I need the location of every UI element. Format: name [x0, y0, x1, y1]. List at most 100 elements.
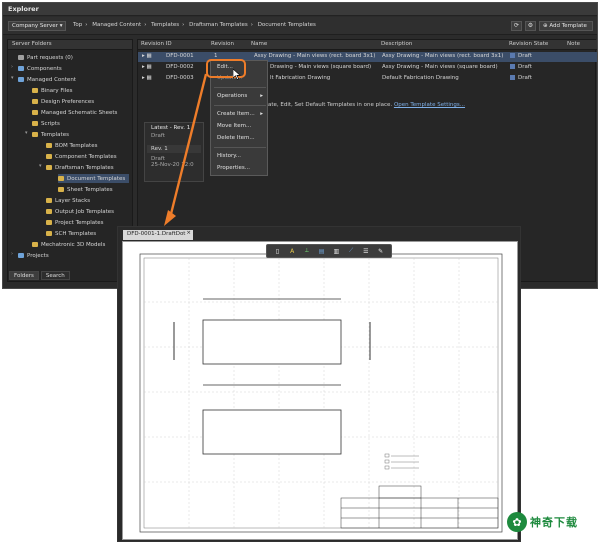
- folder-icon: [32, 132, 38, 137]
- board-view-icon[interactable]: ▯: [273, 247, 282, 256]
- state-icon: [510, 64, 515, 69]
- tree-label: Draftsman Templates: [55, 164, 114, 171]
- tree-label: Binary Files: [41, 87, 73, 94]
- state-icon: [510, 53, 515, 58]
- component-icon: [18, 66, 24, 71]
- tree-item-managed-schematic-sheets[interactable]: Managed Schematic Sheets: [32, 108, 117, 117]
- refresh-icon: ⟳: [513, 22, 520, 29]
- column-header-revision-id[interactable]: Revision ID: [138, 40, 208, 50]
- tree-label: Part requests (0): [27, 54, 73, 61]
- breadcrumb-item-draftsman-templates[interactable]: Draftsman Templates: [189, 22, 248, 28]
- tree-item-components[interactable]: Components: [18, 64, 62, 73]
- add-template-label: Add Template: [549, 23, 587, 29]
- collapse-arrow-icon[interactable]: ▾: [39, 163, 42, 169]
- chevron-right-icon: ›: [144, 22, 147, 28]
- tree-label: Components: [27, 65, 62, 72]
- tree-label: Managed Content: [27, 76, 76, 83]
- folder-icon: [58, 187, 64, 192]
- hint-text: ate, Edit, Set Default Templates in one …: [268, 102, 393, 108]
- column-header-revision-state[interactable]: Revision State: [506, 40, 564, 50]
- row-name: Drawing - Main views (square board): [270, 64, 372, 70]
- tree-label: Component Templates: [55, 153, 117, 160]
- folder-icon: [46, 231, 52, 236]
- tree-label: Design Preferences: [41, 98, 95, 105]
- server-dropdown[interactable]: Company Server ▾: [8, 21, 66, 31]
- tree-item-sheet-templates[interactable]: Sheet Templates: [58, 185, 113, 194]
- tree-label: Templates: [41, 131, 69, 138]
- dimension-icon[interactable]: ⟂: [302, 247, 311, 256]
- column-header-name[interactable]: Name: [248, 40, 378, 50]
- expand-arrow-icon[interactable]: ›: [11, 251, 13, 257]
- refresh-button[interactable]: ⟳: [511, 21, 522, 31]
- folder-icon: [32, 88, 38, 93]
- expand-arrow-icon[interactable]: ›: [11, 64, 13, 70]
- tree-item-document-templates[interactable]: Document Templates: [58, 174, 130, 183]
- breadcrumb-item-document-templates[interactable]: Document Templates: [258, 22, 316, 28]
- tree-label: Layer Stacks: [55, 197, 91, 204]
- table-icon[interactable]: ▤: [317, 247, 326, 256]
- column-header-description[interactable]: Description: [378, 40, 506, 50]
- add-template-button[interactable]: ⊕ Add Template: [539, 21, 593, 31]
- pencil-icon[interactable]: ✎: [376, 247, 385, 256]
- left-pane-tabs: Folders Search: [9, 271, 72, 280]
- folder-icon: [46, 220, 52, 225]
- collapse-arrow-icon[interactable]: ▾: [25, 130, 28, 136]
- open-template-settings-link[interactable]: Open Template Settings...: [394, 102, 465, 108]
- chart-icon[interactable]: ▥: [332, 247, 341, 256]
- tree-item-output-job-templates[interactable]: Output Job Templates: [46, 207, 114, 216]
- doc-tab[interactable]: DFD-0001-1.DraftDot ×: [123, 230, 193, 240]
- doc-tab-label: DFD-0001-1.DraftDot: [127, 231, 186, 237]
- tree-item-bom-templates[interactable]: BOM Templates: [46, 141, 97, 150]
- row-state-label: Draft: [518, 64, 532, 70]
- breadcrumb-item-top[interactable]: Top: [73, 22, 82, 28]
- tab-folders[interactable]: Folders: [9, 271, 39, 280]
- folder-icon: [46, 154, 52, 159]
- line-icon[interactable]: ⟋: [347, 247, 356, 256]
- tree-label: Managed Schematic Sheets: [41, 109, 118, 116]
- requests-icon: [18, 55, 24, 60]
- tree-item-mechatronic-3d-models[interactable]: Mechatronic 3D Models: [32, 240, 105, 249]
- folder-icon: [46, 209, 52, 214]
- floating-toolbar: ▯ A ⟂ ▤ ▥ ⟋ ☰ ✎: [266, 244, 392, 258]
- tree-item-part-requests[interactable]: Part requests (0): [18, 53, 73, 62]
- tree-label: Scripts: [41, 120, 60, 127]
- tree-item-managed-content[interactable]: Managed Content: [18, 75, 76, 84]
- settings-button[interactable]: ⚙: [525, 21, 536, 31]
- folder-icon: [46, 165, 52, 170]
- tree-item-layer-stacks[interactable]: Layer Stacks: [46, 196, 90, 205]
- tab-search[interactable]: Search: [40, 271, 70, 280]
- tree-item-draftsman-templates[interactable]: Draftsman Templates: [46, 163, 114, 172]
- tree-item-project-templates[interactable]: Project Templates: [46, 218, 104, 227]
- callout-arrow-icon: [164, 73, 208, 226]
- row-revision-id: DFD-0001: [166, 53, 194, 59]
- tree-item-component-templates[interactable]: Component Templates: [46, 152, 117, 161]
- column-header-revision[interactable]: Revision: [208, 40, 248, 50]
- breadcrumb-item-templates[interactable]: Templates: [151, 22, 179, 28]
- watermark-text: 神奇下载: [530, 516, 578, 529]
- folder-icon: [46, 198, 52, 203]
- tree-item-sch-templates[interactable]: SCH Templates: [46, 229, 96, 238]
- tree-label: Sheet Templates: [67, 186, 113, 193]
- row-description: Default Fabrication Drawing: [382, 75, 459, 81]
- tree-item-scripts[interactable]: Scripts: [32, 119, 60, 128]
- text-icon[interactable]: A: [288, 247, 297, 256]
- collapse-arrow-icon[interactable]: ▾: [11, 75, 14, 81]
- drawing-canvas: [139, 253, 503, 533]
- tree-item-projects[interactable]: Projects: [18, 251, 49, 260]
- leaf-logo-icon: ✿: [507, 512, 527, 532]
- folder-icon: [32, 121, 38, 126]
- tree-item-design-preferences[interactable]: Design Preferences: [32, 97, 94, 106]
- close-icon[interactable]: ×: [186, 230, 191, 236]
- chevron-right-icon: ›: [182, 22, 185, 28]
- tree-label: Project Templates: [55, 219, 104, 226]
- folder-icon: [32, 110, 38, 115]
- row-name: Assy Drawing - Main views (rect. board 3…: [254, 53, 376, 59]
- folder-icon: [18, 253, 24, 258]
- tree-item-templates[interactable]: Templates: [32, 130, 69, 139]
- gear-icon: ⚙: [527, 22, 534, 29]
- list-icon[interactable]: ☰: [361, 247, 370, 256]
- breadcrumb-item-managed-content[interactable]: Managed Content: [92, 22, 141, 28]
- drawing-sheet[interactable]: ▯ A ⟂ ▤ ▥ ⟋ ☰ ✎: [122, 241, 518, 540]
- column-header-note[interactable]: Note: [564, 40, 597, 50]
- tree-item-binary-files[interactable]: Binary Files: [32, 86, 73, 95]
